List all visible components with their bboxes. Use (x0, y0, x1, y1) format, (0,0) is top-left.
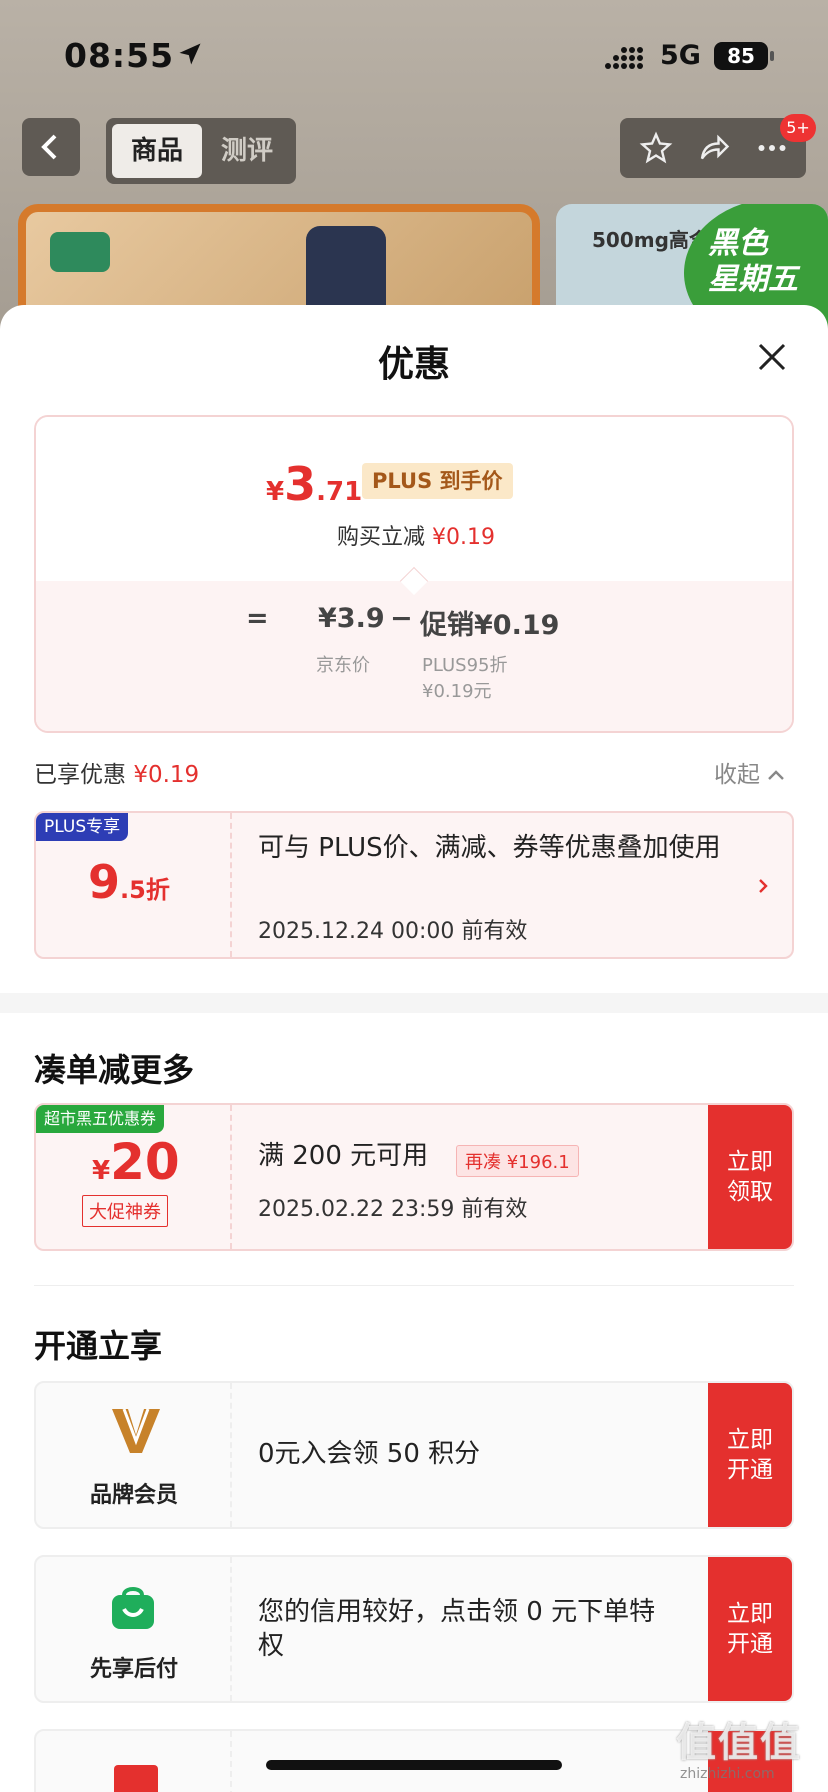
tab-product[interactable]: 商品 (112, 124, 202, 178)
watermark-logo: 值值值 (676, 1720, 802, 1766)
plus-note-1: PLUS95折 (422, 655, 508, 676)
plus-exclusive-tag: PLUS专享 (36, 813, 129, 841)
coupon-value: 20 (110, 1133, 180, 1191)
promo-amount: 促销¥0.19 (420, 610, 560, 641)
header-tabs: 商品 测评 (106, 118, 296, 184)
currency-symbol: ¥ (266, 477, 285, 507)
brand-member-label: 品牌会员 (89, 1483, 178, 1508)
coupon-amount: ¥20 (92, 1133, 180, 1191)
section-divider (0, 993, 828, 1013)
price-breakdown: ¥3.71 PLUS 到手价 购买立减 ¥0.19 = ¥3.9 − 促销¥0.… (34, 415, 794, 733)
instant-value: ¥0.19 (432, 525, 495, 550)
price-summary: ¥3.71 PLUS 到手价 购买立减 ¥0.19 (36, 417, 792, 581)
brand-member-text: 0元入会领 50 积分 (258, 1439, 481, 1469)
section-title-more: 凑单减更多 (34, 1051, 195, 1089)
coupon-date: 2025.02.22 23:59 前有效 (258, 1197, 528, 1222)
chevron-left-icon (41, 134, 57, 160)
close-icon[interactable] (756, 341, 788, 373)
plus-note-2: ¥0.19元 (422, 681, 492, 702)
black-friday-text: 黑色 星期五 (708, 226, 798, 297)
plus-discount-left: PLUS专享 9.5折 (36, 813, 232, 957)
location-arrow-icon (179, 43, 201, 65)
pay-later-open-button[interactable]: 立即开通 (708, 1557, 792, 1701)
discount-big: 9 (88, 855, 121, 909)
tab-review[interactable]: 测评 (202, 124, 292, 178)
plus-price-tag: PLUS 到手价 (362, 463, 513, 499)
collapse-button[interactable]: 收起 (714, 755, 785, 789)
star-icon[interactable] (638, 130, 674, 166)
coupon-left: 超市黑五优惠券 ¥20 大促神券 (36, 1105, 232, 1249)
card-icon (114, 1765, 158, 1792)
equals-sign: = (246, 603, 269, 634)
minus-sign: − (390, 603, 413, 634)
battery-icon: 85 (714, 42, 774, 70)
pay-later-left: 先享后付 (36, 1557, 232, 1701)
thin-divider (34, 1285, 794, 1286)
header-actions (620, 118, 806, 178)
chevron-up-icon (768, 770, 785, 780)
pay-later-text: 您的信用较好，点击领 0 元下单特权 (258, 1597, 656, 1661)
brand-member-icon (112, 1408, 160, 1453)
price-int: 3 (284, 457, 317, 511)
network-type: 5G (660, 40, 701, 71)
plus-discount-card[interactable]: PLUS专享 9.5折 可与 PLUS价、满减、券等优惠叠加使用 2025.12… (34, 811, 794, 959)
plus-card-text: 可与 PLUS价、满减、券等优惠叠加使用 (258, 833, 721, 863)
watermark-site: zhizhizhi.com (680, 1766, 775, 1782)
brand-member-open-button[interactable]: 立即开通 (708, 1383, 792, 1527)
brand-logo (50, 232, 110, 272)
brand-member-card: 品牌会员 0元入会领 50 积分 立即开通 (34, 1381, 794, 1529)
status-bar: 08:55 5G 85 (0, 34, 828, 78)
instant-discount: 购买立减 ¥0.19 (36, 519, 792, 551)
coupon-text: 满 200 元可用 (258, 1141, 429, 1171)
coupon-label: 大促神券 (82, 1195, 168, 1227)
pay-later-card: 先享后付 您的信用较好，点击领 0 元下单特权 立即开通 (34, 1555, 794, 1703)
coupon-card: 超市黑五优惠券 ¥20 大促神券 满 200 元可用 再凑 ¥196.1 202… (34, 1103, 794, 1251)
price-calc: = ¥3.9 − 促销¥0.19 京东价 PLUS95折 ¥0.19元 (36, 581, 792, 731)
sheet-title: 优惠 (377, 344, 450, 385)
signal-icon (605, 47, 643, 69)
home-indicator (266, 1760, 562, 1770)
next-card-left (36, 1731, 232, 1792)
back-button[interactable] (22, 118, 80, 176)
discount-small: .5折 (120, 876, 170, 904)
collapse-label: 收起 (714, 762, 760, 788)
discount-rate: 9.5折 (88, 855, 170, 909)
status-time: 08:55 (64, 36, 175, 75)
enjoyed-discount: 已享优惠 ¥0.19 (34, 755, 199, 789)
brand-member-left: 品牌会员 (36, 1383, 232, 1527)
instant-label: 购买立减 (337, 525, 426, 550)
notification-badge: 5+ (780, 114, 816, 142)
enjoyed-label: 已享优惠 (34, 762, 126, 788)
coupon-tag: 超市黑五优惠券 (36, 1105, 165, 1133)
share-icon[interactable] (696, 130, 732, 166)
section-title-open: 开通立享 (34, 1327, 163, 1365)
jd-price-label: 京东价 (316, 655, 370, 676)
price-dec: .71 (316, 477, 363, 507)
discount-sheet: 优惠 ¥3.71 PLUS 到手价 购买立减 ¥0.19 = ¥3.9 − 促销… (0, 305, 828, 1792)
jd-price: ¥3.9 (318, 603, 385, 634)
coupon-currency: ¥ (92, 1156, 111, 1186)
final-price: ¥3.71 (266, 457, 362, 511)
chevron-right-icon (759, 879, 768, 893)
pay-later-label: 先享后付 (89, 1657, 178, 1682)
enjoyed-value: ¥0.19 (133, 762, 200, 788)
plus-card-date: 2025.12.24 00:00 前有效 (258, 919, 528, 944)
coupon-again-tag: 再凑 ¥196.1 (456, 1145, 579, 1177)
claim-coupon-button[interactable]: 立即领取 (708, 1105, 792, 1249)
shopping-bag-icon (112, 1587, 154, 1629)
